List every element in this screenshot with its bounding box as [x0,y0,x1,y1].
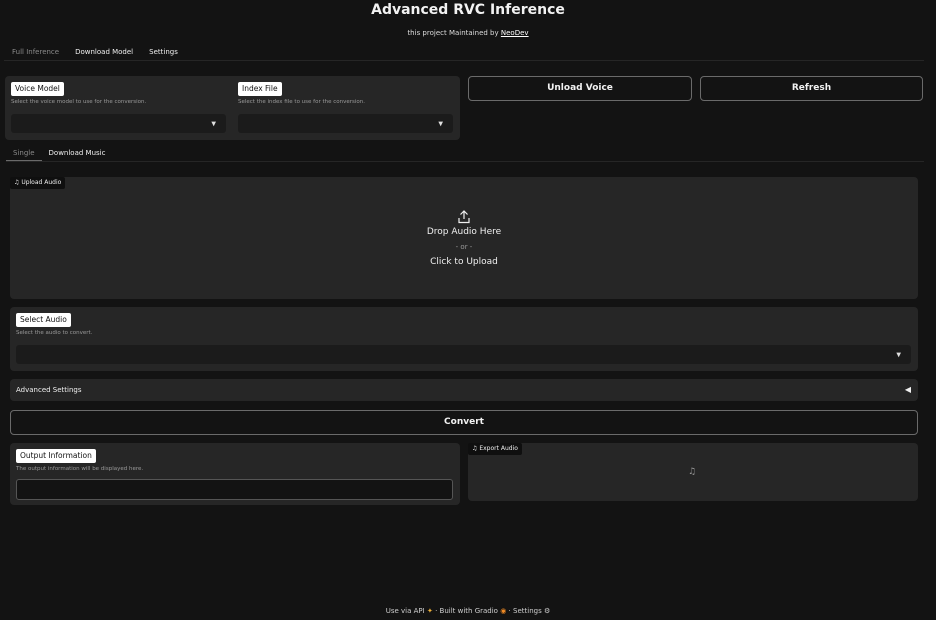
upload-audio-badge-label: Upload Audio [21,179,62,186]
advanced-settings-accordion[interactable]: Advanced Settings ◀ [10,379,918,401]
main-tabs: Full Inference Download Model Settings [4,46,186,61]
use-via-api-link[interactable]: Use via API [386,607,425,615]
footer-separator: · [508,607,511,615]
rocket-icon: ✦ [426,607,433,615]
or-text: - or - [455,243,473,251]
output-info-panel: Output Information The output informatio… [10,443,460,505]
voice-model-description: Select the voice model to use for the co… [11,99,147,105]
advanced-settings-label: Advanced Settings [16,386,82,394]
output-info-description: The output information will be displayed… [16,466,144,472]
tab-download-model[interactable]: Download Model [67,46,141,60]
built-with-gradio-link[interactable]: Built with Gradio [440,607,498,615]
unload-voice-button[interactable]: Unload Voice [468,76,692,101]
select-audio-description: Select the audio to convert. [16,330,93,336]
chevron-down-icon: ▼ [438,120,443,127]
tab-download-music[interactable]: Download Music [42,147,113,160]
convert-button[interactable]: Convert [10,410,918,435]
tabs-divider [4,60,924,61]
music-note-icon: ♫ [14,179,20,186]
output-info-textbox[interactable] [16,479,453,500]
index-file-label: Index File [238,82,282,96]
gear-icon: ⚙ [543,607,551,615]
sub-tabs: Single Download Music [6,147,112,161]
drop-audio-text: Drop Audio Here [426,227,502,237]
gradio-logo-icon: ◉ [500,607,507,615]
subtabs-divider [6,161,924,162]
refresh-button[interactable]: Refresh [700,76,923,101]
select-audio-panel: Select Audio Select the audio to convert… [10,307,918,371]
chevron-down-icon: ▼ [211,120,216,127]
export-audio-badge: ♫ Export Audio [468,443,522,455]
export-audio-panel: ♫ Export Audio ♫ [468,443,918,501]
index-file-description: Select the index file to use for the con… [238,99,366,105]
tab-settings[interactable]: Settings [141,46,186,60]
page-title: Advanced RVC Inference [371,2,565,18]
upload-audio-badge: ♫ Upload Audio [10,177,66,189]
voice-model-dropdown[interactable]: ▼ [11,114,226,133]
select-audio-label: Select Audio [16,313,71,327]
page-subtitle: this project Maintained by NeoDev [0,29,936,37]
music-note-icon: ♫ [472,445,478,452]
index-file-dropdown[interactable]: ▼ [238,114,453,133]
tab-full-inference[interactable]: Full Inference [4,46,68,61]
output-info-label: Output Information [16,449,96,463]
select-audio-dropdown[interactable]: ▼ [16,345,911,364]
chevron-down-icon: ▼ [896,351,901,358]
voice-model-label: Voice Model [11,82,64,96]
footer: Use via API ✦ · Built with Gradio ◉ · Se… [0,607,936,615]
neodev-link[interactable]: NeoDev [501,29,529,37]
subtitle-text: this project Maintained by [407,29,499,37]
upload-icon [458,209,470,224]
collapse-arrow-icon: ◀ [904,385,911,394]
model-panel: Voice Model Select the voice model to us… [5,76,460,140]
settings-link[interactable]: Settings [513,607,542,615]
music-note-icon: ♫ [688,467,697,477]
upload-audio-dropzone[interactable]: ♫ Upload Audio Drop Audio Here - or - Cl… [10,177,918,299]
footer-separator: · [435,607,438,615]
export-audio-badge-label: Export Audio [479,445,518,452]
click-to-upload-text: Click to Upload [430,257,498,267]
tab-single[interactable]: Single [6,147,42,161]
